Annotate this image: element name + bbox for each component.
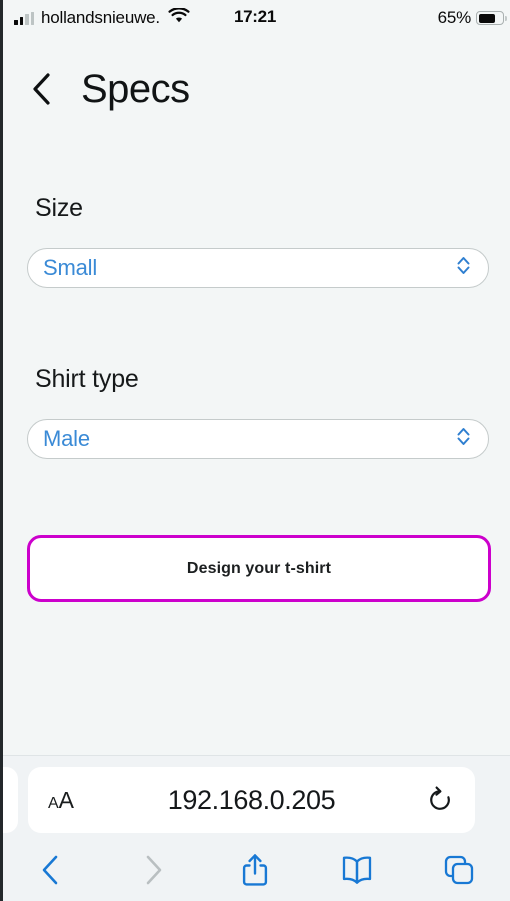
toolbar-back-button[interactable] (0, 843, 102, 901)
url-text: 192.168.0.205 (167, 784, 336, 815)
url-bar[interactable]: AA 192.168.0.205 (28, 767, 475, 833)
select-updown-chevron-icon (455, 426, 472, 453)
status-bar: hollandsnieuwe. 17:21 65% (0, 0, 510, 44)
browser-toolbar (0, 843, 510, 901)
size-select[interactable]: Small (27, 248, 489, 288)
battery-percent-label: 65% (437, 8, 472, 27)
size-field-label: Size (35, 194, 83, 222)
status-bar-clock: 17:21 (234, 7, 276, 26)
design-your-tshirt-button[interactable]: Design your t-shirt (27, 535, 491, 602)
shirt-type-select[interactable]: Male (27, 419, 489, 459)
device-edge-strip (0, 0, 3, 901)
aa-small-a: A (48, 794, 59, 812)
design-your-tshirt-button-label: Design your t-shirt (186, 559, 332, 577)
mobile-safari-screen: hollandsnieuwe. 17:21 65% Specs Size Sma… (0, 0, 510, 901)
page-title: Specs (81, 66, 190, 111)
forward-icon (140, 853, 166, 892)
reload-icon[interactable] (423, 783, 457, 817)
share-icon (240, 852, 270, 893)
size-select-value: Small (43, 255, 98, 280)
aa-text-size-button[interactable]: AA (48, 786, 75, 813)
web-page-content: Specs Size Small Shirt type Male Design … (3, 44, 510, 755)
aa-big-a: A (58, 786, 75, 813)
toolbar-tabs-button[interactable] (408, 843, 510, 901)
page-back-chevron-icon[interactable] (21, 67, 63, 111)
back-icon (38, 853, 64, 892)
page-header: Specs (3, 58, 510, 120)
tabs-icon (442, 853, 476, 892)
browser-chrome: AA 192.168.0.205 (0, 755, 510, 901)
toolbar-share-button[interactable] (204, 843, 306, 901)
status-bar-right: 65% (437, 6, 507, 30)
shirt-type-field-label: Shirt type (35, 365, 139, 393)
chrome-separator (0, 755, 510, 756)
toolbar-bookmarks-button[interactable] (306, 843, 408, 901)
toolbar-forward-button (102, 843, 204, 901)
bookmarks-icon (338, 854, 376, 891)
battery-icon (476, 11, 507, 25)
shirt-type-select-value: Male (43, 426, 90, 451)
select-updown-chevron-icon (455, 255, 472, 282)
